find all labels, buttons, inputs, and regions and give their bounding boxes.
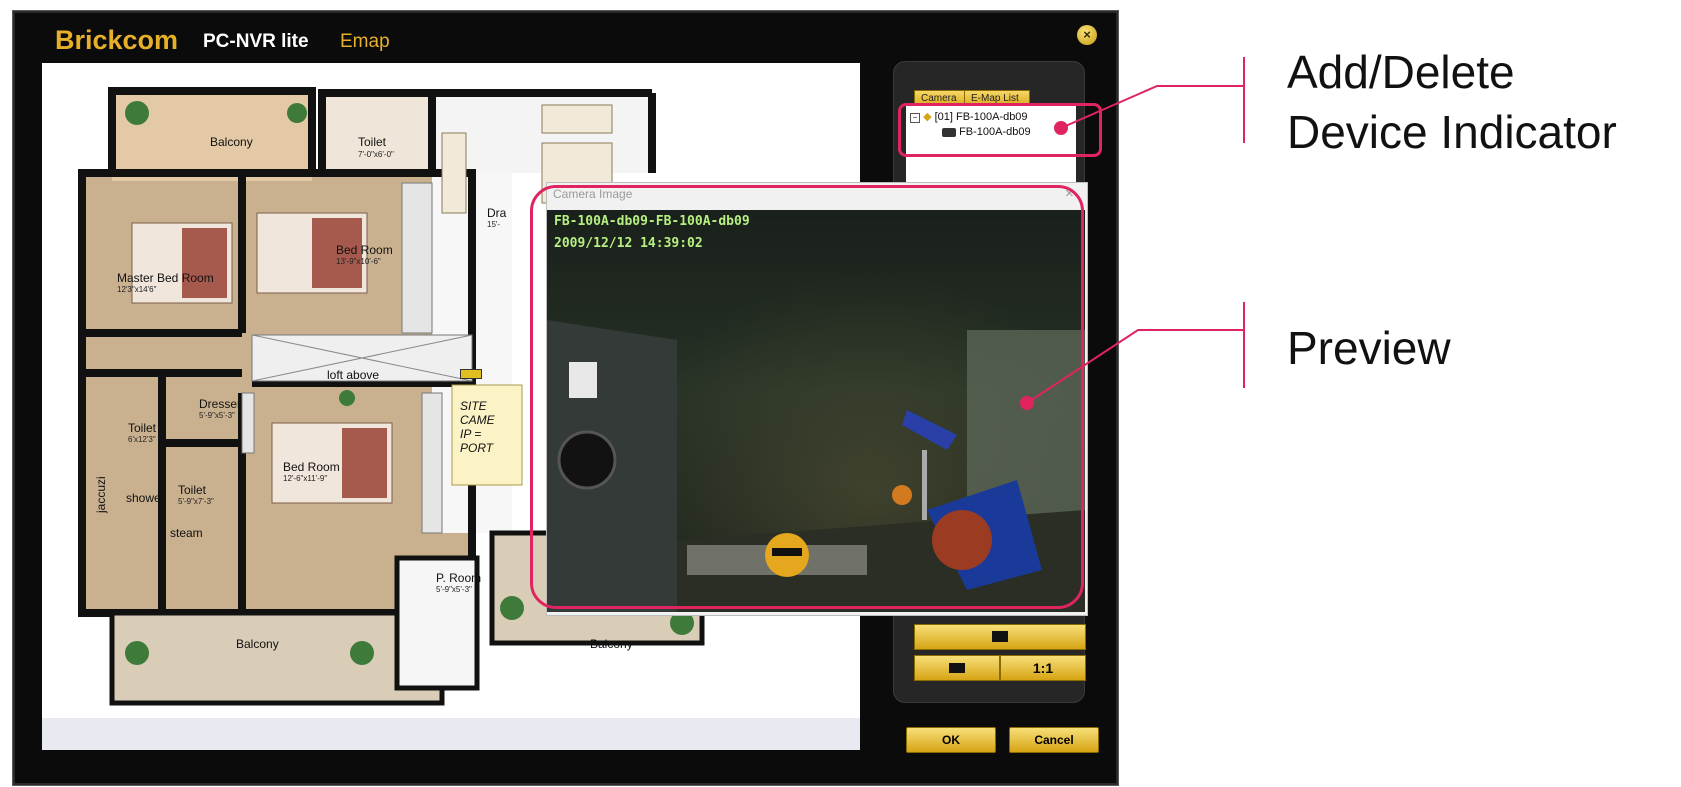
room-label: Dra (487, 206, 507, 220)
callout-line: Device Indicator (1287, 106, 1617, 158)
callout-dot (1020, 396, 1034, 410)
product-name: PC-NVR lite (203, 31, 309, 52)
brand-logo: Brickcom (55, 25, 178, 56)
room-dimension: 12'-6"x11'-9" (283, 474, 328, 483)
room-dimension: 6'x12'3" (128, 435, 156, 444)
cancel-button[interactable]: Cancel (1009, 727, 1099, 753)
room-label: Balcony (236, 637, 279, 651)
room-label: steam (170, 526, 203, 540)
folder-camera-icon (992, 631, 1008, 642)
device-indicator-callout: Add/Delete Device Indicator (1287, 42, 1617, 162)
room-dimension: 7'-0"x6'-0" (358, 150, 394, 159)
room-dimension: 12'3"x14'6" (117, 285, 157, 294)
callout-line: Add/Delete (1287, 46, 1515, 98)
room-dimension: 5'-9"x5'-3" (199, 411, 235, 420)
room-dimension: 15'- (487, 220, 501, 229)
room-label: Master Bed Room (117, 271, 214, 285)
brand-text: Brickcom (55, 25, 179, 55)
device-indicator-highlight (898, 103, 1102, 157)
camera-marker-icon[interactable] (460, 369, 482, 379)
map-footer-bar (42, 718, 860, 750)
site-line: CAME (460, 413, 495, 427)
site-line: PORT (460, 441, 494, 455)
window-close-button[interactable]: × (1077, 25, 1097, 45)
fit-window-button[interactable] (914, 655, 1000, 681)
preview-highlight (530, 185, 1084, 609)
window-fit-icon (949, 663, 965, 673)
room-label: Bed Room (336, 243, 393, 257)
room-label: Toilet (178, 483, 207, 497)
close-icon: × (1083, 27, 1091, 42)
snapshot-button[interactable] (914, 624, 1086, 650)
room-label: shower (126, 491, 165, 505)
site-line: IP = (460, 427, 482, 441)
loft-label: loft above (327, 368, 380, 382)
room-label: Bed Room (283, 460, 340, 474)
room-dimension: 5'-9"x7'-3" (178, 497, 214, 506)
site-line: SITE (460, 399, 487, 413)
original-size-button[interactable]: 1:1 (1000, 655, 1086, 681)
room-dimension: 5'-9"x5'-3" (436, 585, 472, 594)
callout-dot (1054, 121, 1068, 135)
room-label: jaccuzi (94, 476, 108, 513)
room-label: Balcony (590, 637, 633, 651)
room-label: Toilet (358, 135, 387, 149)
callout-bar (1243, 302, 1245, 388)
ok-button[interactable]: OK (906, 727, 996, 753)
preview-callout: Preview (1287, 322, 1451, 374)
room-label: Balcony (210, 135, 253, 149)
callout-bar (1243, 57, 1245, 143)
module-name: Emap (340, 31, 390, 52)
room-label: P. Room (436, 571, 482, 585)
room-label: Dresser (199, 397, 242, 411)
room-dimension: 13'-9"x10'-6" (336, 257, 381, 266)
site-info: SITE CAME IP = PORT (460, 399, 495, 455)
room-label: Toilet (128, 421, 157, 435)
